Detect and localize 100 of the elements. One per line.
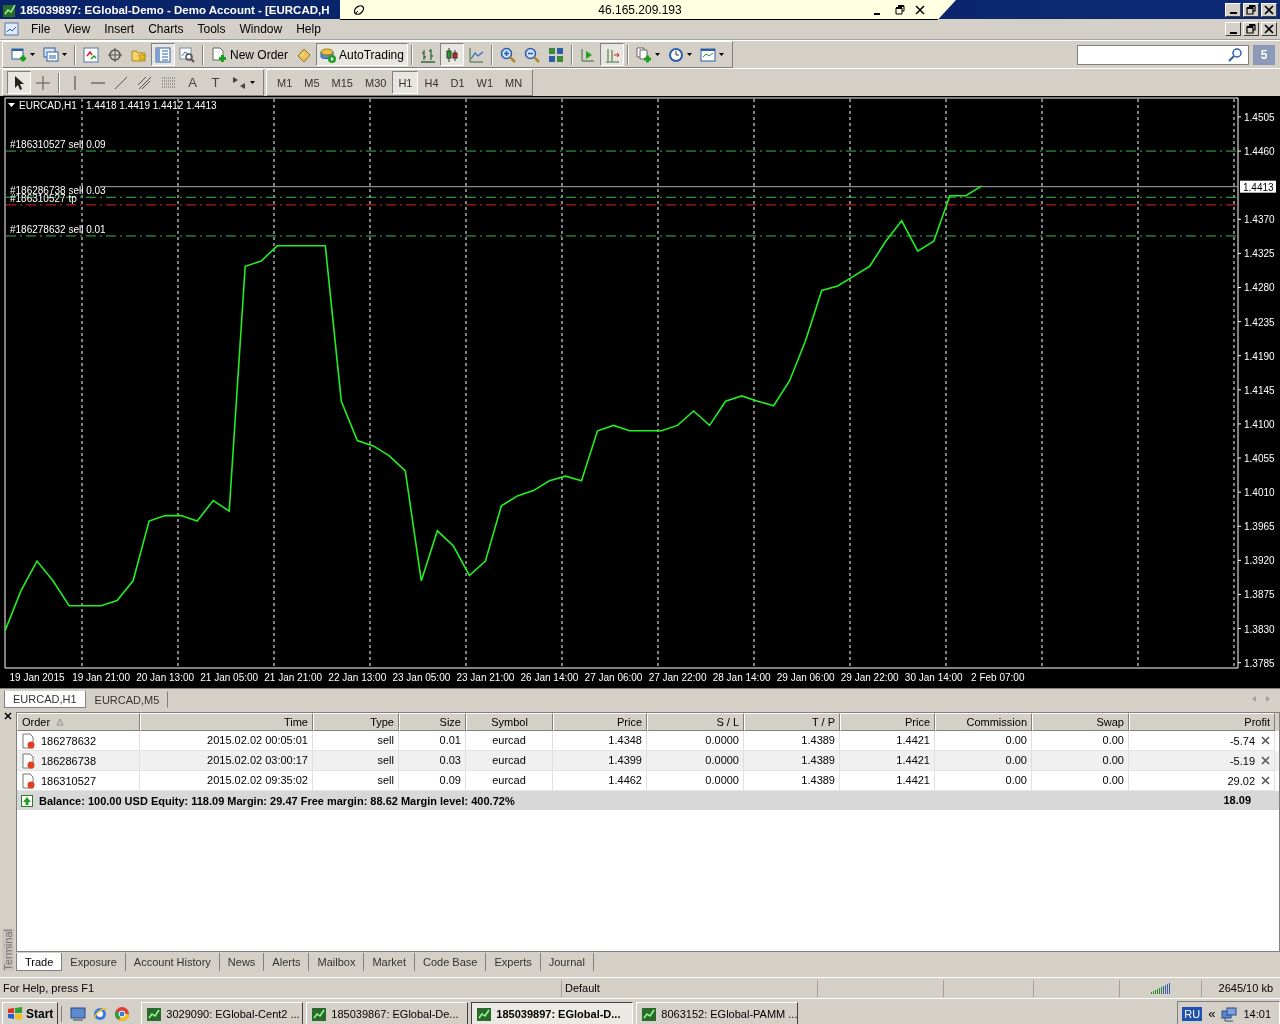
- terminal-tab[interactable]: Account History: [125, 953, 220, 971]
- arrows-icon: [231, 74, 247, 91]
- timeframe-button[interactable]: M1: [271, 71, 299, 94]
- column-header[interactable]: Size: [399, 713, 466, 731]
- language-indicator[interactable]: RU: [1182, 1006, 1203, 1021]
- timeframe-button[interactable]: W1: [470, 71, 500, 94]
- axis-label: 19 Jan 2015: [9, 672, 65, 683]
- desktop-icon[interactable]: [70, 1005, 87, 1022]
- menu-item[interactable]: File: [24, 22, 58, 36]
- close-icon[interactable]: [1261, 736, 1270, 745]
- table-cell: 1.4399: [553, 751, 647, 771]
- start-button[interactable]: Start: [2, 1001, 59, 1024]
- signal-bars-icon: [1150, 982, 1171, 994]
- documents-plus-icon: [635, 46, 652, 63]
- pin-icon[interactable]: [352, 2, 366, 17]
- column-header[interactable]: Time: [140, 713, 313, 731]
- caret-icon[interactable]: [8, 103, 15, 107]
- table-cell: 186286738: [41, 754, 97, 767]
- terminal-tab[interactable]: Journal: [540, 953, 594, 971]
- column-header[interactable]: S / L: [647, 713, 744, 731]
- column-header[interactable]: Commission: [935, 713, 1032, 731]
- toolbar-button[interactable]: AutoTrading: [316, 43, 408, 66]
- window-restore-button[interactable]: [1243, 2, 1259, 17]
- close-icon[interactable]: [4, 712, 12, 720]
- column-header[interactable]: Order: [17, 713, 140, 731]
- restore-button[interactable]: [894, 3, 906, 16]
- toolbar-button[interactable]: [439, 43, 464, 66]
- terminal-tab[interactable]: Experts: [486, 953, 541, 971]
- terminal-tab[interactable]: Mailbox: [309, 953, 365, 971]
- scroll-arrow-icon: [579, 46, 596, 63]
- table-cell: -5.19: [1229, 754, 1255, 767]
- timeframe-button[interactable]: MN: [499, 71, 529, 94]
- flag-icon: [7, 1006, 23, 1021]
- terminal-tab[interactable]: Market: [364, 953, 415, 971]
- chart-app-icon: [476, 1005, 493, 1022]
- axis-label: 29 Jan 22:00: [840, 672, 899, 683]
- terminal-tab[interactable]: Code Base: [415, 953, 487, 971]
- timeframe-button[interactable]: H4: [418, 71, 445, 94]
- terminal-tab[interactable]: News: [219, 953, 265, 971]
- search-field[interactable]: [1077, 44, 1249, 65]
- terminal-tab[interactable]: Trade: [16, 953, 63, 971]
- timeframe-button[interactable]: M5: [298, 71, 326, 94]
- taskbar-button[interactable]: 3029090: EGlobal-Cent2 ...: [141, 1001, 304, 1024]
- taskbar-button[interactable]: 185039897: EGlobal-D...: [471, 1001, 634, 1024]
- timeframe-button[interactable]: H1: [392, 71, 419, 94]
- taskbar-button[interactable]: 8063152: EGlobal-PAMM ...: [636, 1001, 799, 1024]
- quotes-window-icon: [83, 46, 99, 63]
- timeframe-button[interactable]: M15: [325, 71, 359, 94]
- menu-item[interactable]: Insert: [97, 22, 142, 36]
- browser-icon[interactable]: [114, 1005, 131, 1022]
- network-icon[interactable]: [1221, 1005, 1238, 1022]
- table-cell: 0.00: [1032, 751, 1129, 771]
- timeframe-button[interactable]: D1: [444, 71, 471, 94]
- menu-item[interactable]: Help: [289, 22, 328, 36]
- restore-icon: [894, 3, 906, 16]
- axis-label: 2 Feb 07:00: [971, 672, 1025, 683]
- document-restore-button[interactable]: [1243, 22, 1259, 36]
- browser-icon[interactable]: [92, 1005, 109, 1022]
- vertical-line-icon: [73, 75, 76, 90]
- column-header[interactable]: Swap: [1032, 713, 1129, 731]
- toolbar-button[interactable]: T: [204, 71, 227, 94]
- axis-label: 1.4370: [1244, 214, 1275, 226]
- axis-label: 23 Jan 05:00: [392, 672, 451, 683]
- caret-icon: [62, 53, 67, 56]
- table-cell: 0.03: [399, 751, 466, 771]
- caret-icon: [654, 53, 660, 56]
- menu-item[interactable]: Window: [232, 22, 290, 36]
- column-header[interactable]: Type: [313, 713, 399, 731]
- window-minimize-button[interactable]: [1225, 2, 1241, 17]
- column-header[interactable]: T / P: [744, 713, 840, 731]
- chart-tab[interactable]: EURCAD,M5: [85, 691, 169, 708]
- menu-item[interactable]: View: [57, 22, 98, 36]
- axis-label: 22 Jan 13:00: [328, 672, 387, 683]
- toolbar-button[interactable]: [7, 71, 31, 94]
- timeframe-button[interactable]: M30: [358, 71, 393, 94]
- chart-document-icon[interactable]: [4, 21, 20, 37]
- terminal-tab[interactable]: Alerts: [264, 953, 310, 971]
- column-header[interactable]: Price: [840, 713, 935, 731]
- menu-item[interactable]: Charts: [141, 22, 191, 36]
- axis-label: 26 Jan 14:00: [520, 672, 579, 683]
- menu-item[interactable]: Tools: [190, 22, 233, 36]
- terminal-tab[interactable]: Exposure: [62, 953, 126, 971]
- price-label: 1.4413: [1240, 180, 1276, 193]
- tile-windows-icon: [547, 46, 564, 63]
- diagonal-line-icon: [113, 74, 129, 91]
- expand-tray-button[interactable]: «: [1208, 1006, 1216, 1021]
- chart-tab[interactable]: EURCAD,H1: [4, 691, 86, 708]
- column-header[interactable]: Profit: [1129, 713, 1275, 731]
- toolbar-button[interactable]: New Order: [207, 43, 292, 66]
- close-button[interactable]: [914, 3, 926, 16]
- close-icon[interactable]: [1261, 756, 1270, 765]
- document-minimize-button[interactable]: [1225, 22, 1241, 36]
- taskbar-button[interactable]: 185039867: EGlobal-De...: [306, 1001, 469, 1024]
- document-close-button[interactable]: [1261, 22, 1277, 36]
- axis-label: 21 Jan 21:00: [264, 672, 323, 683]
- toolbar-button[interactable]: A: [181, 71, 204, 94]
- column-header[interactable]: Symbol: [466, 713, 553, 731]
- close-icon[interactable]: [1261, 776, 1270, 785]
- column-header[interactable]: Price: [553, 713, 647, 731]
- window-close-button[interactable]: [1261, 2, 1277, 17]
